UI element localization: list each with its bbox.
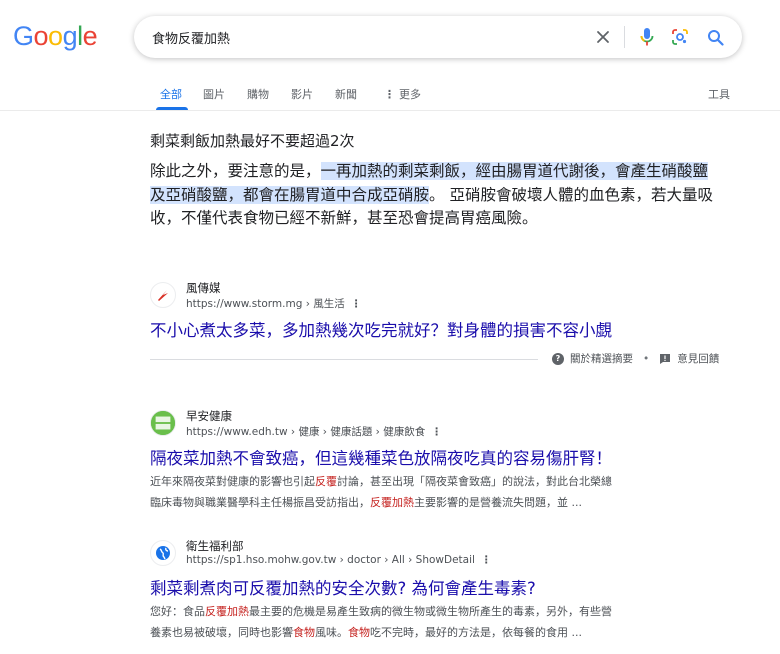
tab-images[interactable]: 圖片 — [203, 86, 225, 102]
separator-dot: • — [643, 352, 650, 365]
about-label: 關於精選摘要 — [570, 353, 633, 365]
result-description: 您好：食品反覆加熱最主要的危機是易產生致病的微生物或微生物所產生的毒素，另外，有… — [150, 601, 680, 643]
snippet-text-pre: 除此之外，要注意的是， — [150, 162, 321, 180]
active-tab-indicator — [156, 107, 188, 110]
result-description: 近年來隔夜菜對健康的影響也引起反覆討論，甚至出現「隔夜菜會致癌」的說法，對此台北… — [150, 471, 680, 513]
tab-news[interactable]: 新聞 — [335, 86, 357, 102]
tab-shopping[interactable]: 購物 — [247, 86, 269, 102]
desc-emphasis: 反覆 — [315, 475, 337, 488]
edh-favicon-icon — [150, 410, 176, 436]
result-url-text: https://www.edh.tw › 健康 › 健康話題 › 健康飲食 — [186, 426, 426, 438]
result-title[interactable]: 剩菜剩煮肉可反覆加熱的安全次數? 為何會產生毒素? — [150, 575, 536, 599]
desc-text: 您好：食品 — [150, 605, 205, 618]
more-options-icon[interactable]: ⋮ — [431, 426, 442, 438]
source-site-name: 風傳媒 — [186, 281, 221, 295]
tab-more-label: 更多 — [399, 88, 421, 101]
tools-button[interactable]: 工具 — [708, 86, 730, 102]
featured-link-title[interactable]: 不小心煮太多菜，多加熱幾次吃完就好？對身體的損害不容小覷 — [150, 317, 612, 341]
desc-text: 吃不完時，最好的方法是，依每餐的食用 ... — [370, 626, 582, 639]
help-icon: ? — [552, 352, 564, 365]
mic-icon[interactable] — [636, 26, 658, 48]
result-site-name: 早安健康 — [186, 409, 232, 423]
result-url-text: https://sp1.hso.mohw.gov.tw › doctor › A… — [186, 554, 475, 566]
desc-text: 近年來隔夜菜對健康的影響也引起 — [150, 475, 315, 488]
desc-text: 最主要的危機是易產生致病的微生物或微生物所產生的毒素，另外，有些營 — [249, 605, 612, 618]
snippet-divider — [150, 359, 538, 360]
desc-text: 風味。 — [315, 626, 348, 639]
about-featured-snippets-link[interactable]: ? 關於精選摘要 — [552, 351, 633, 366]
result-url: https://sp1.hso.mohw.gov.tw › doctor › A… — [186, 554, 491, 566]
desc-emphasis: 反覆加熱 — [205, 605, 249, 618]
feedback-link[interactable]: 意見回饋 — [659, 351, 719, 366]
desc-text: 臨床毒物與職業醫學科主任楊振昌受訪指出， — [150, 496, 370, 509]
feedback-label: 意見回饋 — [677, 353, 720, 365]
source-url-text: https://www.storm.mg › 風生活 — [186, 298, 345, 310]
search-box[interactable]: 食物反覆加熱 — [134, 16, 742, 58]
result-url: https://www.edh.tw › 健康 › 健康話題 › 健康飲食 ⋮ — [186, 424, 442, 439]
featured-snippet-title: 剩菜剩飯加熱最好不要超過2次 — [150, 132, 355, 150]
result-site-name: 衛生福利部 — [186, 539, 244, 553]
search-icon[interactable] — [704, 26, 726, 48]
search-input[interactable]: 食物反覆加熱 — [152, 28, 230, 47]
more-options-icon[interactable]: ⋮ — [351, 298, 362, 310]
snippet-feedback-bar: ? 關於精選摘要 • 意見回饋 — [552, 351, 719, 366]
globe-icon — [150, 540, 176, 566]
featured-snippet-body: 除此之外，要注意的是，一再加熱的剩菜剩飯，經由腸胃道代謝後，會產生硝酸鹽及亞硝酸… — [150, 160, 720, 231]
feedback-icon — [660, 353, 671, 364]
close-icon[interactable] — [592, 26, 614, 48]
more-options-icon[interactable]: ⋮ — [481, 554, 492, 566]
desc-text: 主要影響的是營養流失問題，並 ... — [414, 496, 582, 509]
result-title[interactable]: 隔夜菜加熱不會致癌，但這幾種菜色放隔夜吃真的容易傷肝腎！ — [150, 445, 612, 469]
more-vert-icon: ⋮ — [384, 88, 395, 101]
lens-icon[interactable] — [669, 26, 691, 48]
search-tabs: 全部 圖片 購物 影片 新聞 ⋮ 更多 工具 — [0, 78, 780, 111]
search-divider — [624, 26, 625, 48]
desc-emphasis: 反覆加熱 — [370, 496, 414, 509]
storm-favicon-icon — [150, 282, 176, 308]
tab-all[interactable]: 全部 — [160, 86, 182, 102]
desc-emphasis: 食物 — [348, 626, 370, 639]
desc-text: 討論，甚至出現「隔夜菜會致癌」的說法，對此台北榮總 — [337, 475, 612, 488]
tab-videos[interactable]: 影片 — [291, 86, 313, 102]
desc-text: 養素也易被破壞，同時也影響 — [150, 626, 293, 639]
tab-more[interactable]: ⋮ 更多 — [384, 86, 421, 102]
desc-emphasis: 食物 — [293, 626, 315, 639]
google-logo[interactable]: Google — [13, 21, 98, 52]
source-url: https://www.storm.mg › 風生活 ⋮ — [186, 296, 361, 311]
